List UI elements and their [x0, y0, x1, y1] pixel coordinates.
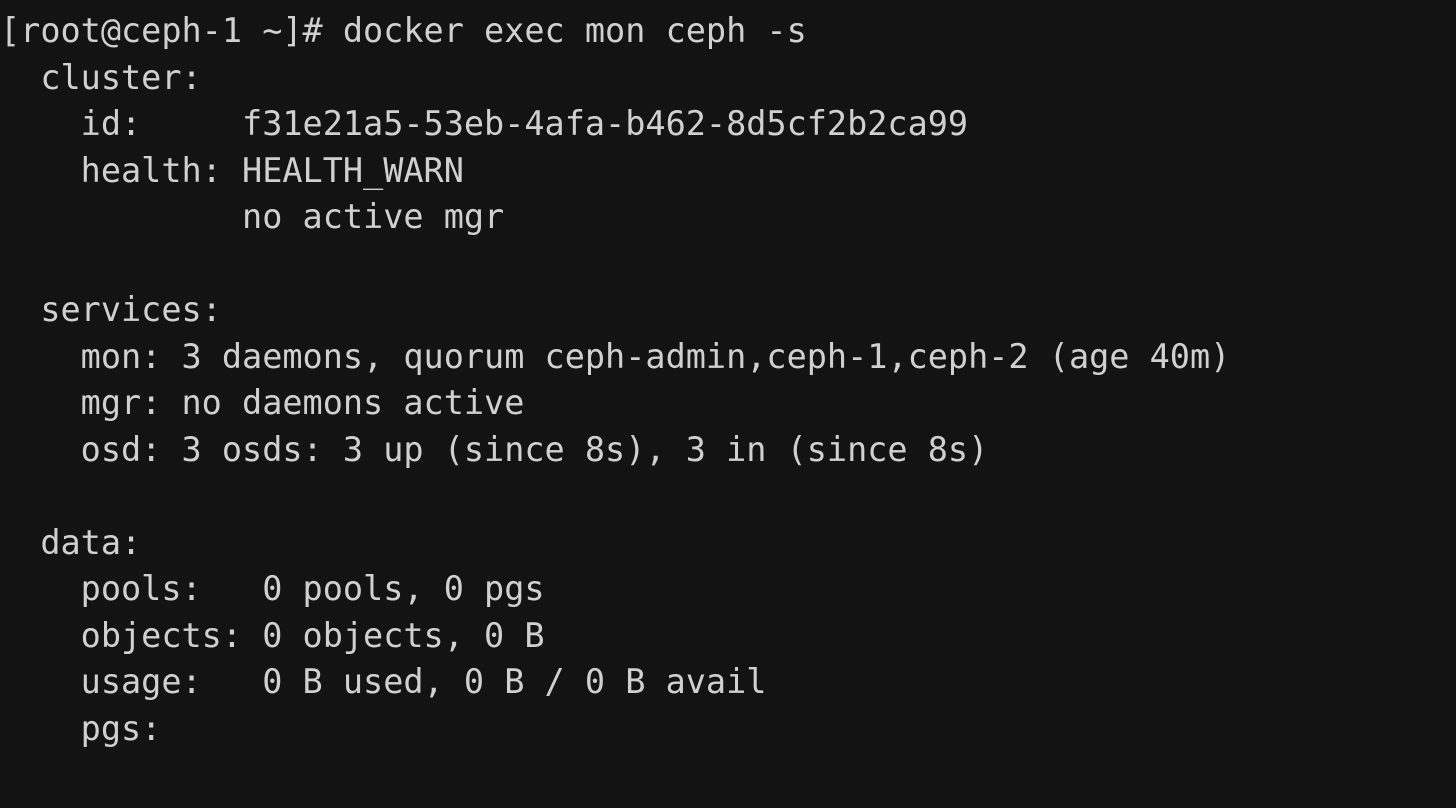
- cluster-health-row: health: HEALTH_WARN: [0, 150, 464, 190]
- data-usage-row: usage: 0 B used, 0 B / 0 B avail: [0, 662, 767, 701]
- data-pgs-row: pgs:: [0, 708, 162, 748]
- prompt-command-line: [root@ceph-1 ~]# docker exec mon ceph -s: [0, 11, 807, 50]
- data-section-heading: data:: [0, 522, 142, 562]
- data-pools-row: pools: 0 pools, 0 pgs: [0, 569, 545, 608]
- cluster-id-row: id: f31e21a5-53eb-4afa-b462-8d5cf2b2ca99: [0, 104, 969, 143]
- services-section-heading: services:: [0, 290, 222, 329]
- cluster-health-detail-row: no active mgr: [0, 197, 505, 236]
- terminal-screen[interactable]: [root@ceph-1 ~]# docker exec mon ceph -s…: [0, 0, 1456, 808]
- data-objects-row: objects: 0 objects, 0 B: [0, 615, 545, 655]
- services-mon-row: mon: 3 daemons, quorum ceph-admin,ceph-1…: [0, 336, 1231, 376]
- services-mgr-row: mgr: no daemons active: [0, 383, 525, 422]
- services-osd-row: osd: 3 osds: 3 up (since 8s), 3 in (sinc…: [0, 429, 989, 469]
- cluster-section-heading: cluster:: [0, 57, 202, 97]
